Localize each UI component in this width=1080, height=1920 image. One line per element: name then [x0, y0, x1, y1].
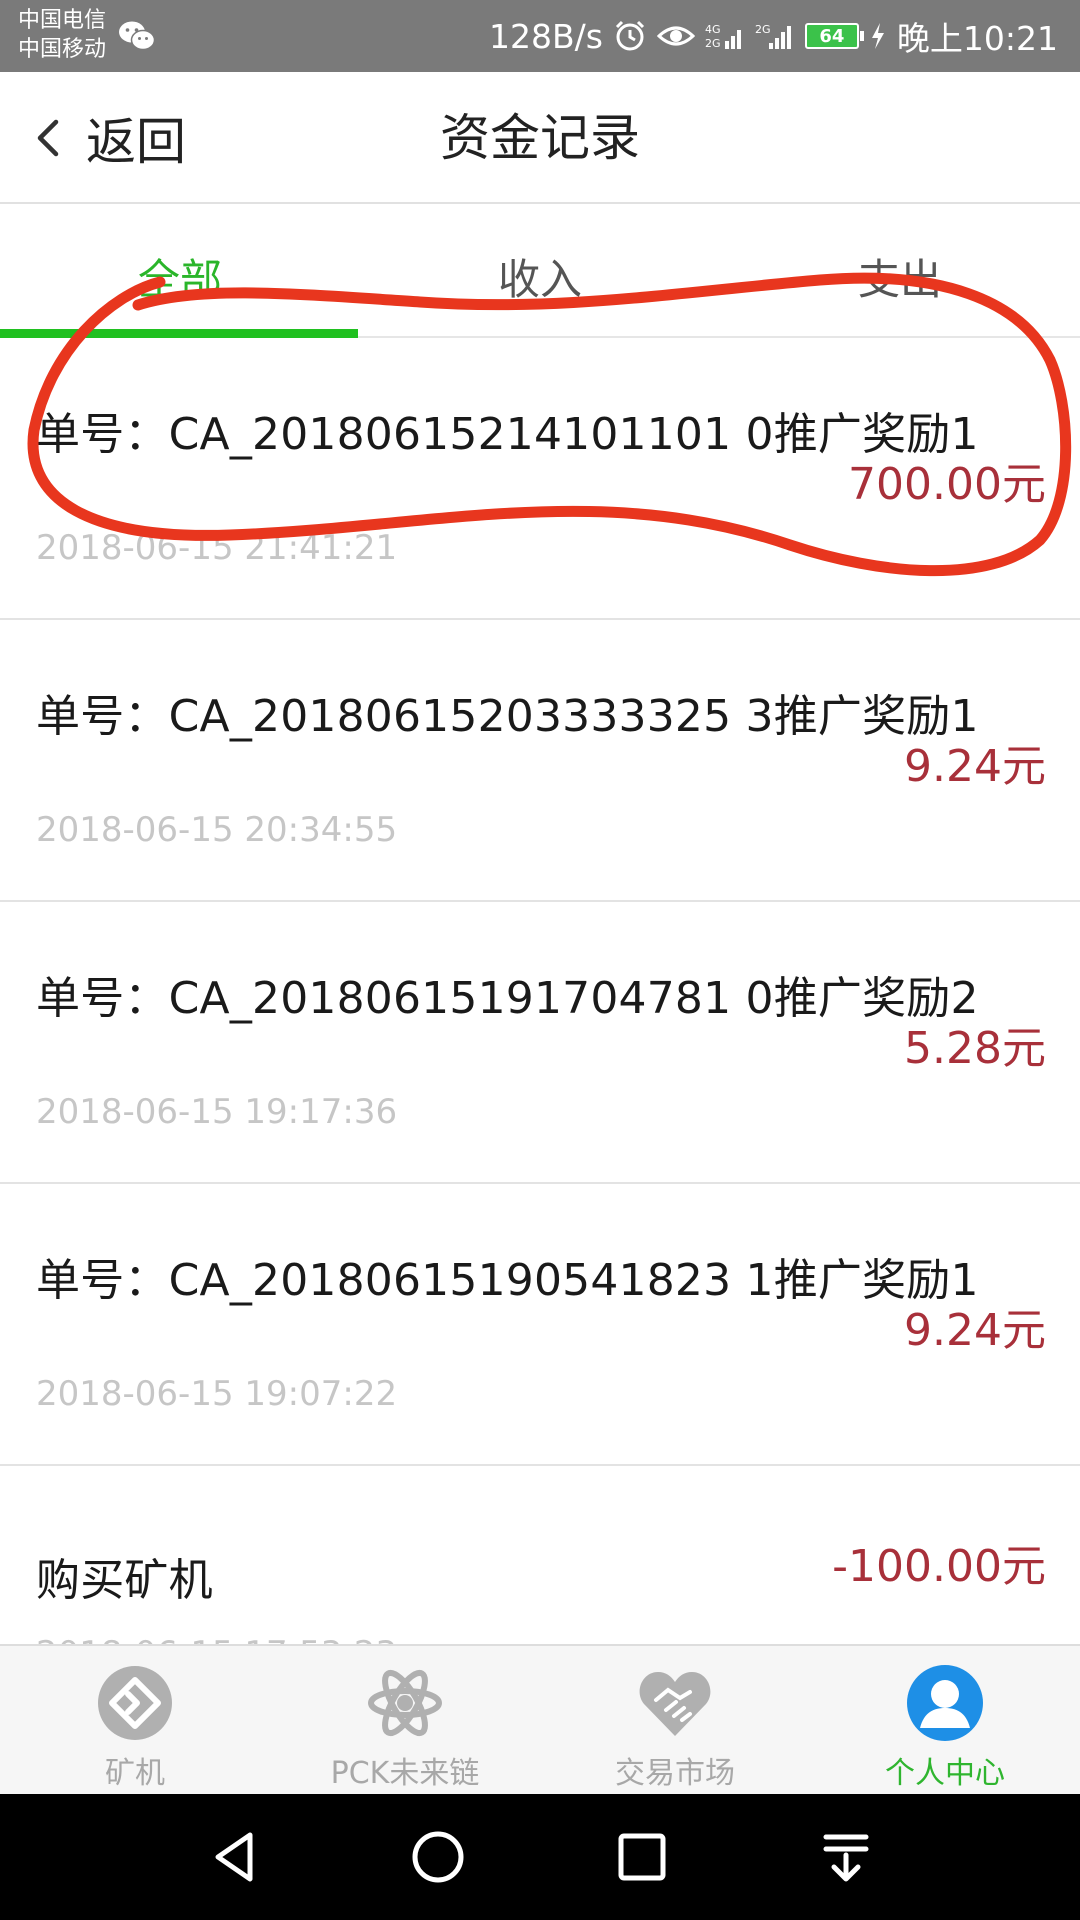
list-item[interactable]: 单号：CA_20180615190541823 1推广奖励1 9.24元 201…	[0, 1184, 1080, 1466]
tab-active-indicator	[0, 329, 358, 338]
record-title: 单号：CA_20180615190541823 1推广奖励1	[36, 1255, 979, 1306]
handshake-icon	[639, 1672, 711, 1736]
header: 返回 资金记录	[0, 72, 1080, 204]
record-title: 单号：CA_20180615203333325 3推广奖励1	[36, 691, 979, 742]
alarm-icon	[615, 20, 644, 51]
record-amount: -100.00元	[832, 1541, 1046, 1592]
record-time: 2018-06-15 19:07:22	[36, 1374, 398, 1414]
svg-text:4G: 4G	[705, 23, 721, 36]
tab-expense-label: 支出	[857, 255, 942, 304]
bottom-nav: 矿机 PCK未来链 交易市场 个人中心	[0, 1644, 1080, 1794]
record-title: 单号：CA_20180615191704781 0推广奖励2	[36, 973, 979, 1024]
record-amount: 5.28元	[904, 1023, 1046, 1074]
svg-text:2G: 2G	[755, 23, 771, 36]
eye-icon	[656, 26, 695, 46]
miner-icon	[98, 1666, 172, 1740]
tab-income-label: 收入	[497, 255, 582, 304]
carrier-1: 中国电信	[18, 8, 107, 33]
atom-icon	[368, 1669, 442, 1737]
svg-text:2G: 2G	[705, 37, 721, 50]
pull-down-icon	[823, 1834, 869, 1882]
record-amount: 9.24元	[904, 1305, 1046, 1356]
list-item[interactable]: 单号：CA_20180615191704781 0推广奖励2 5.28元 201…	[0, 902, 1080, 1184]
battery-icon: 64	[804, 23, 864, 49]
list-item[interactable]: 单号：CA_20180615214101101 0推广奖励1 700.00元 2…	[0, 338, 1080, 620]
nav-item-market[interactable]: 交易市场	[540, 1646, 810, 1794]
carrier-info: 中国电信 中国移动	[18, 6, 118, 64]
nav-label: 交易市场	[615, 1756, 735, 1791]
page-title: 资金记录	[440, 109, 640, 167]
system-back-button[interactable]	[186, 1809, 282, 1905]
record-time: 2018-06-15 20:34:55	[36, 810, 398, 850]
nav-item-pck[interactable]: PCK未来链	[270, 1646, 540, 1794]
nav-item-miner[interactable]: 矿机	[0, 1646, 270, 1794]
record-time: 2018-06-15 21:41:21	[36, 528, 398, 568]
nav-item-profile[interactable]: 个人中心	[810, 1646, 1080, 1794]
record-amount: 700.00元	[848, 459, 1046, 510]
tab-all-label: 全部	[137, 255, 222, 304]
record-title: 购买矿机	[36, 1555, 213, 1606]
wechat-icon	[119, 21, 156, 51]
system-nav-bar	[0, 1794, 1080, 1920]
signal-icon: 2G	[755, 21, 795, 51]
record-amount: 9.24元	[904, 741, 1046, 792]
charging-icon	[871, 23, 884, 49]
circle-home-icon	[412, 1831, 464, 1883]
user-icon	[907, 1665, 983, 1741]
records-list: 单号：CA_20180615214101101 0推广奖励1 700.00元 2…	[0, 338, 1080, 1748]
system-notification-button[interactable]	[798, 1809, 894, 1905]
status-right: 128B/s 4G 2G 2G 64 晚上10:21	[489, 0, 1058, 72]
triangle-back-icon	[215, 1832, 253, 1882]
tab-income[interactable]: 收入	[360, 204, 720, 336]
nav-label: PCK未来链	[330, 1756, 480, 1791]
system-home-button[interactable]	[390, 1809, 486, 1905]
tab-expense[interactable]: 支出	[720, 204, 1080, 336]
tab-all[interactable]: 全部	[0, 204, 360, 338]
nav-label: 个人中心	[885, 1756, 1005, 1791]
square-recents-icon	[618, 1833, 666, 1881]
net-speed: 128B/s	[488, 16, 603, 56]
record-time: 2018-06-15 19:17:36	[36, 1092, 398, 1132]
record-title: 单号：CA_20180615214101101 0推广奖励1	[36, 409, 979, 460]
filter-tabs: 全部 收入 支出	[0, 204, 1080, 338]
status-bar: 中国电信 中国移动 128B/s 4G 2G 2G 64 晚上10:21	[0, 0, 1080, 72]
screen: 中国电信 中国移动 128B/s 4G 2G 2G 64 晚上10:21 返回 …	[0, 0, 1080, 1920]
list-item[interactable]: 单号：CA_20180615203333325 3推广奖励1 9.24元 201…	[0, 620, 1080, 902]
carrier-2: 中国移动	[18, 37, 107, 62]
nav-label: 矿机	[105, 1756, 165, 1791]
network-type-icon: 4G 2G	[705, 21, 745, 51]
system-recents-button[interactable]	[594, 1809, 690, 1905]
clock: 晚上10:21	[896, 19, 1058, 58]
